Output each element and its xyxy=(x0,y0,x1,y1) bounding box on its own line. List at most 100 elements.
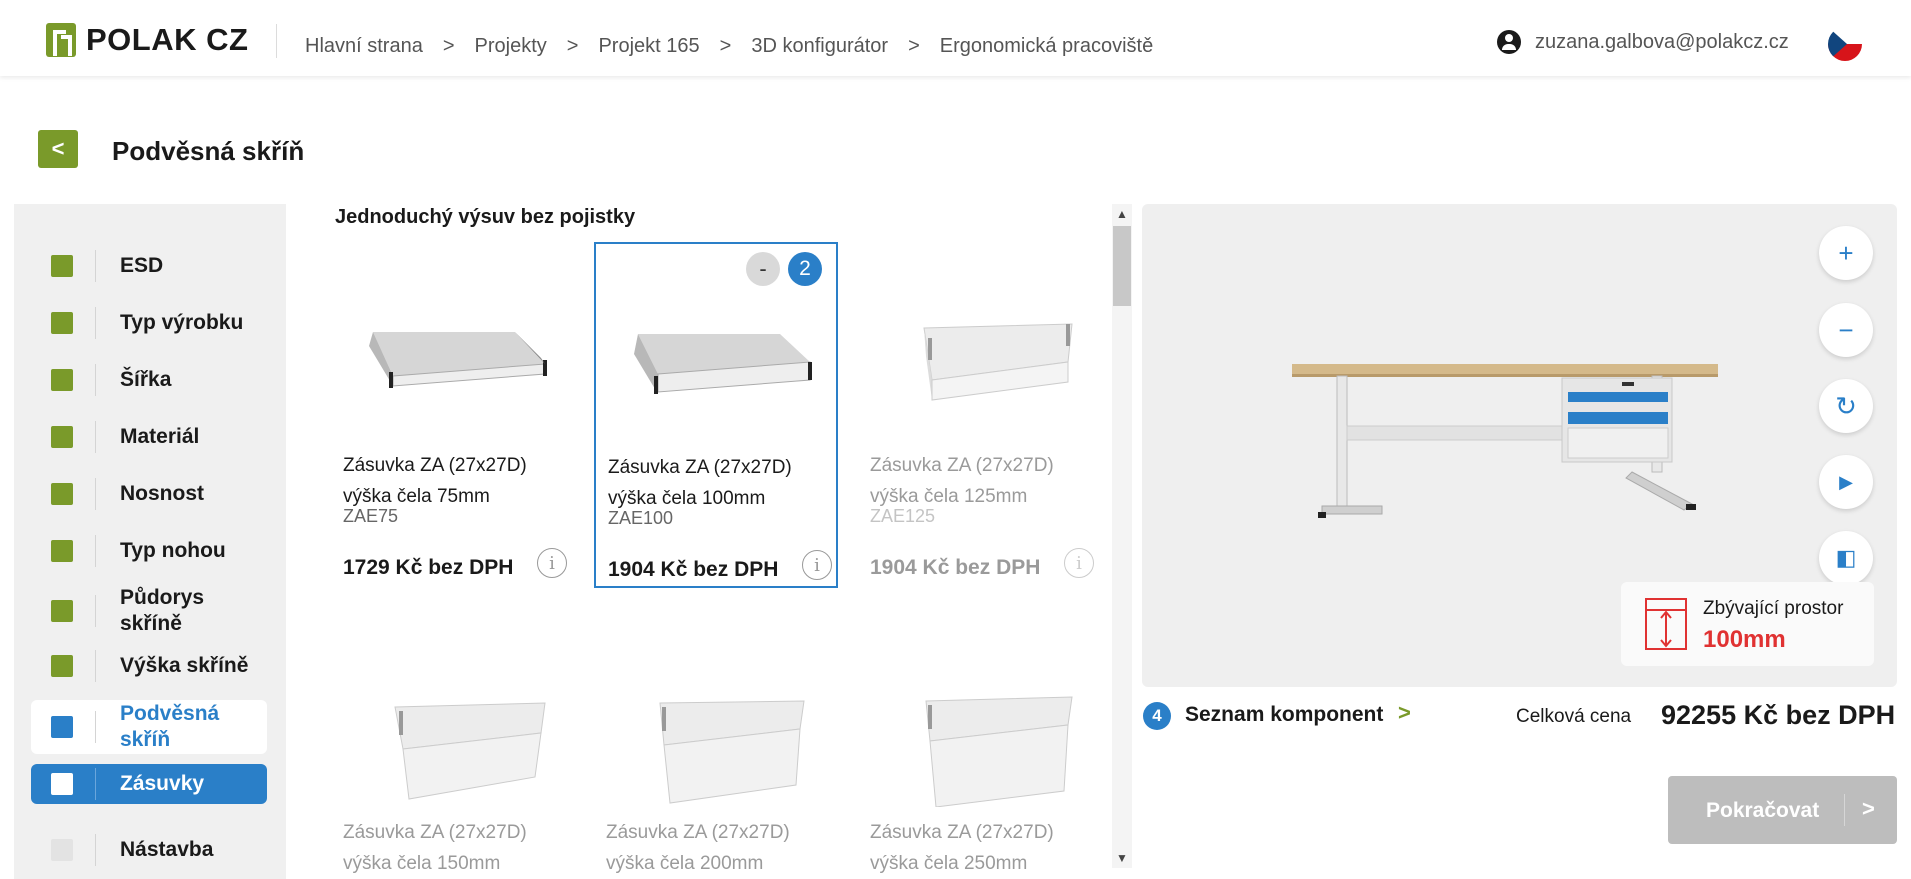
zoom-in-button[interactable]: + xyxy=(1819,226,1873,280)
product-card[interactable]: Zásuvka ZA (27x27D) výška čela 125mm ZAE1… xyxy=(858,242,1102,588)
sidebar-item-podvesna-skrin[interactable]: Podvěsná skříň xyxy=(31,700,267,754)
scrollbar-thumb[interactable] xyxy=(1113,226,1131,306)
info-icon[interactable]: i xyxy=(537,548,567,578)
breadcrumb-configurator[interactable]: 3D konfigurátor xyxy=(751,35,888,58)
sidebar-item-label: Typ nohou xyxy=(120,539,226,562)
drawer-image xyxy=(659,700,805,804)
sidebar-item-esd[interactable]: ESD xyxy=(31,246,267,286)
product-price: 1904 Kč bez DPH xyxy=(608,558,779,581)
product-code: ZAE100 xyxy=(608,508,674,528)
sidebar-item-label: Nosnost xyxy=(120,482,204,505)
sidebar-item-nosnost[interactable]: Nosnost xyxy=(31,474,267,514)
step-check-icon xyxy=(51,655,73,677)
user-menu[interactable]: zuzana.galbova@polakcz.cz xyxy=(1497,30,1789,54)
logo[interactable]: POLAK CZ xyxy=(46,22,248,58)
continue-button[interactable]: Pokračovat > xyxy=(1668,776,1897,844)
back-button[interactable]: < xyxy=(38,130,78,168)
rotate-button[interactable]: ↻ xyxy=(1819,379,1873,433)
cz-flag-icon[interactable] xyxy=(1828,27,1862,61)
remaining-space-label: Zbývající prostor xyxy=(1703,598,1844,619)
chevron-left-icon: < xyxy=(51,136,65,161)
product-name: Zásuvka ZA (27x27D) výška čela 200mm xyxy=(606,822,790,874)
top-header: POLAK CZ Hlavní strana > Projekty > Proj… xyxy=(0,0,1911,76)
components-list-link[interactable]: Seznam komponent xyxy=(1185,703,1383,727)
info-icon[interactable]: i xyxy=(802,550,832,580)
product-card-selected[interactable]: - 2 Zásuvka ZA (27x27D) výška čela 100mm … xyxy=(594,242,838,588)
scroll-up-icon[interactable]: ▲ xyxy=(1112,204,1132,224)
total-price-label: Celková cena xyxy=(1516,706,1632,727)
zoom-out-button[interactable]: − xyxy=(1819,303,1873,357)
user-email: zuzana.galbova@polakcz.cz xyxy=(1535,30,1789,53)
sidebar-item-label: Výška skříně xyxy=(120,654,249,677)
sidebar-item-typ-nohou[interactable]: Typ nohou xyxy=(31,531,267,571)
sidebar-item-label: Materiál xyxy=(120,425,200,448)
product-card[interactable]: Zásuvka ZA (27x27D) výška čela 250mm xyxy=(858,607,1102,879)
sidebar-item-label: Půdorys skříně xyxy=(120,586,205,635)
step-check-icon xyxy=(51,369,73,391)
drawer-image xyxy=(923,323,1073,401)
breadcrumb-current: Ergonomická pracoviště xyxy=(939,35,1154,57)
step-check-icon xyxy=(51,312,73,334)
logo-icon xyxy=(46,23,76,57)
logo-text: POLAK CZ xyxy=(86,22,249,57)
header-divider xyxy=(276,24,277,58)
step-active-icon xyxy=(51,773,73,795)
height-measure-icon xyxy=(1645,598,1687,650)
product-card[interactable]: Zásuvka ZA (27x27D) výška čela 200mm xyxy=(594,607,838,879)
sidebar-item-pudorys[interactable]: Půdorys skříně xyxy=(31,582,267,640)
sidebar-item-label: Nástavba xyxy=(120,838,214,861)
sidebar-item-label: Zásuvky xyxy=(120,772,205,795)
sidebar-item-label: ESD xyxy=(120,254,164,277)
sidebar-item-sirka[interactable]: Šířka xyxy=(31,360,267,400)
sidebar-item-vyska[interactable]: Výška skříně xyxy=(31,646,267,686)
decrease-quantity-button[interactable]: - xyxy=(746,252,780,286)
play-button[interactable]: ▶ xyxy=(1819,455,1873,509)
sidebar-item-zasuvky[interactable]: Zásuvky xyxy=(31,764,267,804)
product-code: ZAE125 xyxy=(870,506,936,526)
breadcrumb-chevron-icon: > xyxy=(442,35,455,57)
drawer-image xyxy=(925,696,1073,807)
total-price-value: 92255 Kč bez DPH xyxy=(1661,700,1896,730)
step-number-badge: 4 xyxy=(1143,702,1171,730)
remaining-space-value: 100mm xyxy=(1703,626,1786,653)
step-pending-icon xyxy=(51,839,73,861)
play-icon: ▶ xyxy=(1839,471,1853,492)
section-title: Jednoduchý výsuv bez pojistky xyxy=(335,206,636,228)
scroll-down-icon[interactable]: ▼ xyxy=(1112,848,1132,868)
drawer-image xyxy=(369,330,547,388)
breadcrumb-home[interactable]: Hlavní strana xyxy=(305,35,423,58)
product-card[interactable]: Zásuvka ZA (27x27D) výška čela 150mm xyxy=(331,607,575,879)
steps-sidebar: ESD Typ výrobku Šířka Materiál Nosnost T… xyxy=(14,204,286,879)
breadcrumb-projects[interactable]: Projekty xyxy=(475,35,547,58)
zoom-in-icon: + xyxy=(1838,237,1854,268)
product-price: 1904 Kč bez DPH xyxy=(870,556,1041,579)
rotate-icon: ↻ xyxy=(1835,390,1857,421)
zoom-out-icon: − xyxy=(1838,314,1854,345)
quantity-badge: 2 xyxy=(788,252,822,286)
product-name: Zásuvka ZA (27x27D) výška čela 150mm xyxy=(343,822,527,874)
sidebar-item-typ-vyrobku[interactable]: Typ výrobku xyxy=(31,303,267,343)
step-current-icon xyxy=(51,716,73,738)
sidebar-item-label: Šířka xyxy=(120,368,172,391)
info-icon[interactable]: i xyxy=(1064,548,1094,578)
product-name: Zásuvka ZA (27x27D) výška čela 75mm xyxy=(343,455,527,507)
breadcrumb-chevron-icon: > xyxy=(566,35,579,57)
drawer-image xyxy=(394,702,546,800)
split-view-icon: ◧ xyxy=(1835,545,1857,570)
step-check-icon xyxy=(51,426,73,448)
sidebar-item-label: Podvěsná skříň xyxy=(120,702,220,751)
chevron-right-icon[interactable]: > xyxy=(1398,700,1411,726)
product-card[interactable]: Zásuvka ZA (27x27D) výška čela 75mm ZAE75… xyxy=(331,242,575,588)
split-view-button[interactable]: ◧ xyxy=(1819,531,1873,585)
product-price: 1729 Kč bez DPH xyxy=(343,556,514,579)
sidebar-item-material[interactable]: Materiál xyxy=(31,417,267,457)
step-check-icon xyxy=(51,540,73,562)
breadcrumb-project[interactable]: Projekt 165 xyxy=(598,35,699,58)
chevron-right-icon: > xyxy=(1862,796,1875,821)
sidebar-item-nastavba: Nástavba xyxy=(31,830,267,870)
breadcrumb-chevron-icon: > xyxy=(719,35,732,57)
workbench-render xyxy=(1292,364,1718,518)
product-code: ZAE75 xyxy=(343,506,399,526)
drawer-image xyxy=(634,334,812,394)
step-check-icon xyxy=(51,600,73,622)
